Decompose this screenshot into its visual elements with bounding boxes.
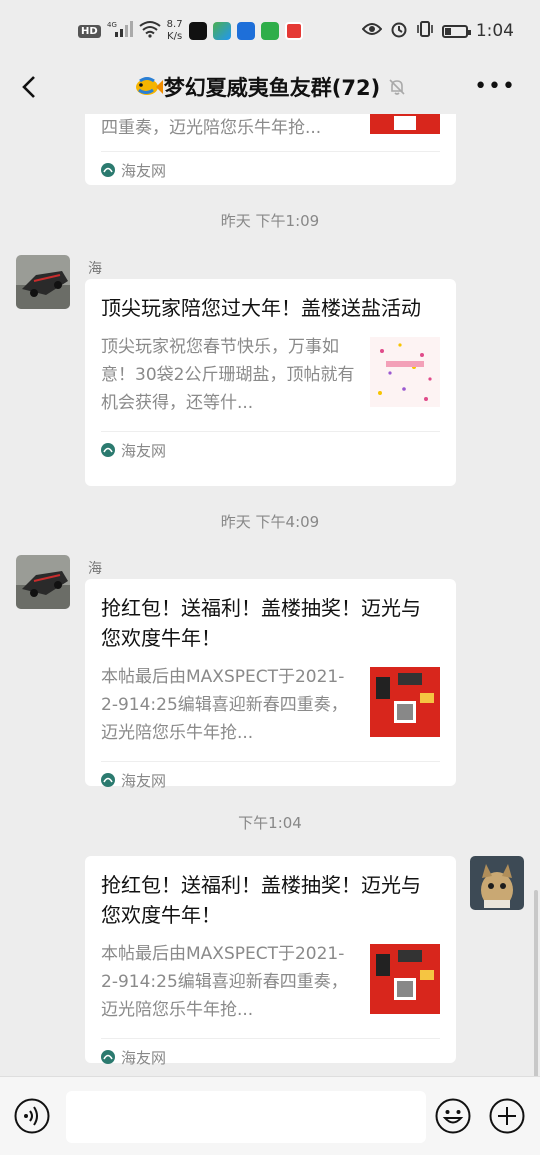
card-thumbnail (370, 337, 440, 407)
link-card[interactable]: 抢红包！送福利！盖楼抽奖！迈光与您欢度牛年！ 本帖最后由MAXSPECT于202… (85, 856, 456, 1067)
chat-message-list[interactable]: 四重奏，迈光陪您乐牛年抢... 海友网 昨天 下午1:09 海 顶尖玩家陪您过大… (0, 114, 540, 1077)
mobile-app-icon (260, 22, 279, 40)
link-card[interactable]: 四重奏，迈光陪您乐牛年抢... 海友网 (85, 114, 456, 185)
video-app-icon (212, 22, 231, 40)
battery-icon (441, 24, 471, 38)
status-right: 1:04 (361, 18, 514, 44)
message-input[interactable] (66, 1091, 426, 1143)
link-card[interactable]: 抢红包！送福利！盖楼抽奖！迈光与您欢度牛年！ 本帖最后由MAXSPECT于202… (85, 579, 456, 790)
avatar[interactable] (16, 555, 70, 609)
sender-name: 海 (88, 261, 102, 277)
mute-bell-icon (388, 77, 406, 101)
card-description: 顶尖玩家祝您春节快乐，万事如意！30袋2公斤珊瑚盐，顶帖就有机会获得，还等什..… (101, 337, 355, 413)
car-avatar-image (16, 255, 70, 309)
cat-avatar-image (470, 856, 524, 910)
message-timestamp: 昨天 下午4:09 (220, 513, 320, 531)
voice-icon (14, 1098, 50, 1134)
card-source: 海友网 (101, 431, 440, 468)
network-type: 4G (107, 21, 117, 29)
link-card[interactable]: 顶尖玩家陪您过大年！盖楼送盐活动 顶尖玩家祝您春节快乐，万事如意！30袋2公斤珊… (85, 279, 456, 486)
battery-level (444, 27, 452, 35)
haiyou-logo-icon (101, 1050, 115, 1064)
sender-name: 海 (88, 561, 102, 577)
card-source-name: 海友网 (121, 441, 167, 460)
card-description: 本帖最后由MAXSPECT于2021-2-914:25编辑喜迎新春四重奏，迈光陪… (101, 944, 348, 1020)
signal-icon: 4G (107, 20, 133, 42)
store-app-icon (236, 22, 255, 40)
card-description: 本帖最后由MAXSPECT于2021-2-914:25编辑喜迎新春四重奏，迈光陪… (101, 667, 348, 743)
clock: 1:04 (475, 21, 514, 41)
card-thumbnail (370, 944, 440, 1014)
haiyou-logo-icon (101, 163, 115, 177)
card-thumbnail (370, 114, 440, 134)
card-source-name: 海友网 (121, 771, 167, 790)
network-speed-value: 8.7 (166, 19, 183, 30)
status-left: HD 4G 8.7 K/s (78, 16, 303, 46)
card-title: 顶尖玩家陪您过大年！盖楼送盐活动 (101, 296, 421, 320)
card-title: 抢红包！送福利！盖楼抽奖！迈光与您欢度牛年！ (101, 873, 421, 927)
voice-button[interactable] (13, 1097, 51, 1135)
vibrate-icon (416, 20, 434, 43)
status-bar: HD 4G 8.7 K/s 1:04 (0, 0, 540, 62)
fish-emoji-icon (134, 75, 164, 104)
alarm-icon (390, 20, 408, 43)
plus-circle-icon (489, 1098, 525, 1134)
chat-title-area[interactable]: 梦幻夏威夷鱼友群(72) (0, 72, 540, 104)
wifi-icon (139, 20, 161, 42)
car-avatar-image (16, 555, 70, 609)
card-source-name: 海友网 (121, 1048, 167, 1067)
card-source: 海友网 (101, 761, 440, 798)
hd-badge: HD (78, 24, 101, 38)
card-thumbnail (370, 667, 440, 737)
chat-header: 梦幻夏威夷鱼友群(72) ••• (0, 62, 540, 114)
capcut-app-icon (188, 22, 207, 40)
haiyou-logo-icon (101, 443, 115, 457)
haiyou-logo-icon (101, 773, 115, 787)
card-source: 海友网 (101, 1038, 440, 1075)
network-speed-unit: K/s (167, 31, 183, 42)
more-options-button[interactable]: ••• (474, 74, 516, 99)
message-timestamp: 昨天 下午1:09 (220, 212, 320, 230)
card-description: 四重奏，迈光陪您乐牛年抢... (101, 118, 322, 138)
page-title: 梦幻夏威夷鱼友群(72) (163, 76, 381, 100)
network-speed: 8.7 K/s (167, 19, 183, 43)
avatar[interactable] (16, 255, 70, 309)
card-source-name: 海友网 (121, 161, 167, 180)
eye-icon (361, 21, 383, 41)
scrollbar[interactable] (534, 890, 538, 1080)
more-functions-button[interactable] (488, 1097, 526, 1135)
smiley-icon (435, 1098, 471, 1134)
input-bar (0, 1076, 540, 1155)
emoji-button[interactable] (434, 1097, 472, 1135)
card-source: 海友网 (101, 151, 440, 188)
card-title: 抢红包！送福利！盖楼抽奖！迈光与您欢度牛年！ (101, 596, 421, 650)
notification-app-icon (284, 22, 303, 40)
message-timestamp: 下午1:04 (238, 814, 302, 832)
self-avatar[interactable] (470, 856, 524, 910)
